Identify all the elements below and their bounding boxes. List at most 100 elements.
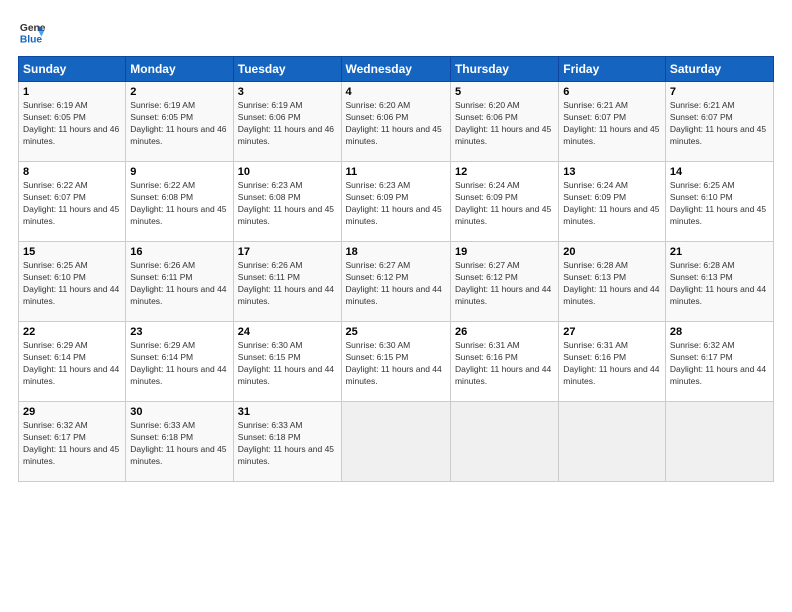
day-info: Sunrise: 6:19 AMSunset: 6:06 PMDaylight:… — [238, 100, 337, 148]
calendar-cell: 27Sunrise: 6:31 AMSunset: 6:16 PMDayligh… — [559, 322, 666, 402]
calendar-week-2: 8 Sunrise: 6:22 AMSunset: 6:07 PMDaylight… — [19, 162, 774, 242]
calendar-cell: 14 Sunrise: 6:25 AMSunset: 6:10 PMDayligh… — [665, 162, 773, 242]
calendar-cell: 8 Sunrise: 6:22 AMSunset: 6:07 PMDaylight… — [19, 162, 126, 242]
day-info: Sunrise: 6:29 AMSunset: 6:14 PMDaylight:… — [130, 340, 228, 388]
header: General Blue — [18, 18, 774, 46]
calendar-cell: 23 Sunrise: 6:29 AMSunset: 6:14 PMDayligh… — [126, 322, 233, 402]
calendar-cell: 22 Sunrise: 6:29 AMSunset: 6:14 PMDayligh… — [19, 322, 126, 402]
calendar-cell: 15 Sunrise: 6:25 AMSunset: 6:10 PMDayligh… — [19, 242, 126, 322]
calendar-cell — [665, 402, 773, 482]
calendar-cell: 12Sunrise: 6:24 AMSunset: 6:09 PMDayligh… — [450, 162, 558, 242]
calendar-cell: 6 Sunrise: 6:21 AMSunset: 6:07 PMDaylight… — [559, 82, 666, 162]
day-info: Sunrise: 6:30 AMSunset: 6:15 PMDaylight:… — [346, 340, 446, 388]
calendar-cell: 30 Sunrise: 6:33 AMSunset: 6:18 PMDayligh… — [126, 402, 233, 482]
day-number: 3 — [238, 86, 337, 98]
day-number: 10 — [238, 166, 337, 178]
day-number: 14 — [670, 166, 769, 178]
calendar-cell: 25 Sunrise: 6:30 AMSunset: 6:15 PMDayligh… — [341, 322, 450, 402]
day-info: Sunrise: 6:27 AMSunset: 6:12 PMDaylight:… — [346, 260, 446, 308]
calendar-week-5: 29 Sunrise: 6:32 AMSunset: 6:17 PMDayligh… — [19, 402, 774, 482]
calendar-week-1: 1 Sunrise: 6:19 AMSunset: 6:05 PMDaylight… — [19, 82, 774, 162]
day-info: Sunrise: 6:20 AMSunset: 6:06 PMDaylight:… — [455, 100, 554, 148]
day-number: 25 — [346, 326, 446, 338]
day-number: 11 — [346, 166, 446, 178]
day-number: 28 — [670, 326, 769, 338]
calendar-cell: 26Sunrise: 6:31 AMSunset: 6:16 PMDayligh… — [450, 322, 558, 402]
day-number: 31 — [238, 406, 337, 418]
day-number: 26 — [455, 326, 554, 338]
day-info: Sunrise: 6:33 AMSunset: 6:18 PMDaylight:… — [238, 420, 337, 468]
calendar-cell: 31 Sunrise: 6:33 AMSunset: 6:18 PMDayligh… — [233, 402, 341, 482]
day-number: 21 — [670, 246, 769, 258]
calendar-cell: 1Sunrise: 6:19 AMSunset: 6:05 PMDaylight… — [19, 82, 126, 162]
day-number: 18 — [346, 246, 446, 258]
day-number: 2 — [130, 86, 228, 98]
calendar-cell: 18 Sunrise: 6:27 AMSunset: 6:12 PMDayligh… — [341, 242, 450, 322]
calendar-week-3: 15 Sunrise: 6:25 AMSunset: 6:10 PMDayligh… — [19, 242, 774, 322]
day-info: Sunrise: 6:21 AMSunset: 6:07 PMDaylight:… — [670, 100, 769, 148]
calendar-header-tuesday: Tuesday — [233, 57, 341, 82]
day-info: Sunrise: 6:25 AMSunset: 6:10 PMDaylight:… — [23, 260, 121, 308]
calendar-cell: 3 Sunrise: 6:19 AMSunset: 6:06 PMDaylight… — [233, 82, 341, 162]
day-number: 29 — [23, 406, 121, 418]
day-number: 4 — [346, 86, 446, 98]
day-info: Sunrise: 6:21 AMSunset: 6:07 PMDaylight:… — [563, 100, 661, 148]
calendar-cell: 10Sunrise: 6:23 AMSunset: 6:08 PMDayligh… — [233, 162, 341, 242]
calendar-cell: 21 Sunrise: 6:28 AMSunset: 6:13 PMDayligh… — [665, 242, 773, 322]
day-number: 23 — [130, 326, 228, 338]
day-number: 9 — [130, 166, 228, 178]
day-info: Sunrise: 6:23 AMSunset: 6:09 PMDaylight:… — [346, 180, 446, 228]
calendar-cell: 24Sunrise: 6:30 AMSunset: 6:15 PMDayligh… — [233, 322, 341, 402]
day-info: Sunrise: 6:28 AMSunset: 6:13 PMDaylight:… — [563, 260, 661, 308]
calendar-cell: 16 Sunrise: 6:26 AMSunset: 6:11 PMDayligh… — [126, 242, 233, 322]
day-number: 16 — [130, 246, 228, 258]
day-info: Sunrise: 6:31 AMSunset: 6:16 PMDaylight:… — [563, 340, 661, 388]
day-info: Sunrise: 6:27 AMSunset: 6:12 PMDaylight:… — [455, 260, 554, 308]
calendar-cell: 11 Sunrise: 6:23 AMSunset: 6:09 PMDayligh… — [341, 162, 450, 242]
svg-text:Blue: Blue — [20, 34, 43, 45]
day-number: 6 — [563, 86, 661, 98]
day-number: 20 — [563, 246, 661, 258]
day-info: Sunrise: 6:24 AMSunset: 6:09 PMDaylight:… — [563, 180, 661, 228]
day-info: Sunrise: 6:28 AMSunset: 6:13 PMDaylight:… — [670, 260, 769, 308]
day-info: Sunrise: 6:22 AMSunset: 6:08 PMDaylight:… — [130, 180, 228, 228]
page: General Blue SundayMondayTuesdayWednesda… — [0, 0, 792, 612]
day-number: 15 — [23, 246, 121, 258]
day-number: 24 — [238, 326, 337, 338]
day-number: 17 — [238, 246, 337, 258]
calendar-cell: 9 Sunrise: 6:22 AMSunset: 6:08 PMDaylight… — [126, 162, 233, 242]
calendar-header-sunday: Sunday — [19, 57, 126, 82]
calendar-header-monday: Monday — [126, 57, 233, 82]
calendar-header-thursday: Thursday — [450, 57, 558, 82]
day-number: 8 — [23, 166, 121, 178]
day-info: Sunrise: 6:26 AMSunset: 6:11 PMDaylight:… — [238, 260, 337, 308]
day-info: Sunrise: 6:22 AMSunset: 6:07 PMDaylight:… — [23, 180, 121, 228]
day-info: Sunrise: 6:29 AMSunset: 6:14 PMDaylight:… — [23, 340, 121, 388]
calendar-header-saturday: Saturday — [665, 57, 773, 82]
day-number: 19 — [455, 246, 554, 258]
day-info: Sunrise: 6:24 AMSunset: 6:09 PMDaylight:… — [455, 180, 554, 228]
day-info: Sunrise: 6:25 AMSunset: 6:10 PMDaylight:… — [670, 180, 769, 228]
calendar-header-friday: Friday — [559, 57, 666, 82]
calendar-cell: 29 Sunrise: 6:32 AMSunset: 6:17 PMDayligh… — [19, 402, 126, 482]
calendar-cell — [341, 402, 450, 482]
logo-icon: General Blue — [18, 18, 46, 46]
day-info: Sunrise: 6:26 AMSunset: 6:11 PMDaylight:… — [130, 260, 228, 308]
calendar-week-4: 22 Sunrise: 6:29 AMSunset: 6:14 PMDayligh… — [19, 322, 774, 402]
day-number: 22 — [23, 326, 121, 338]
day-info: Sunrise: 6:32 AMSunset: 6:17 PMDaylight:… — [23, 420, 121, 468]
day-info: Sunrise: 6:32 AMSunset: 6:17 PMDaylight:… — [670, 340, 769, 388]
calendar-cell — [559, 402, 666, 482]
calendar-cell: 7Sunrise: 6:21 AMSunset: 6:07 PMDaylight… — [665, 82, 773, 162]
calendar-header-wednesday: Wednesday — [341, 57, 450, 82]
day-info: Sunrise: 6:33 AMSunset: 6:18 PMDaylight:… — [130, 420, 228, 468]
day-number: 30 — [130, 406, 228, 418]
day-number: 1 — [23, 86, 121, 98]
calendar-cell: 2 Sunrise: 6:19 AMSunset: 6:05 PMDaylight… — [126, 82, 233, 162]
day-info: Sunrise: 6:19 AMSunset: 6:05 PMDaylight:… — [130, 100, 228, 148]
calendar-cell: 5 Sunrise: 6:20 AMSunset: 6:06 PMDaylight… — [450, 82, 558, 162]
calendar-cell: 4Sunrise: 6:20 AMSunset: 6:06 PMDaylight… — [341, 82, 450, 162]
day-number: 5 — [455, 86, 554, 98]
calendar-table: SundayMondayTuesdayWednesdayThursdayFrid… — [18, 56, 774, 482]
logo: General Blue — [18, 18, 50, 46]
